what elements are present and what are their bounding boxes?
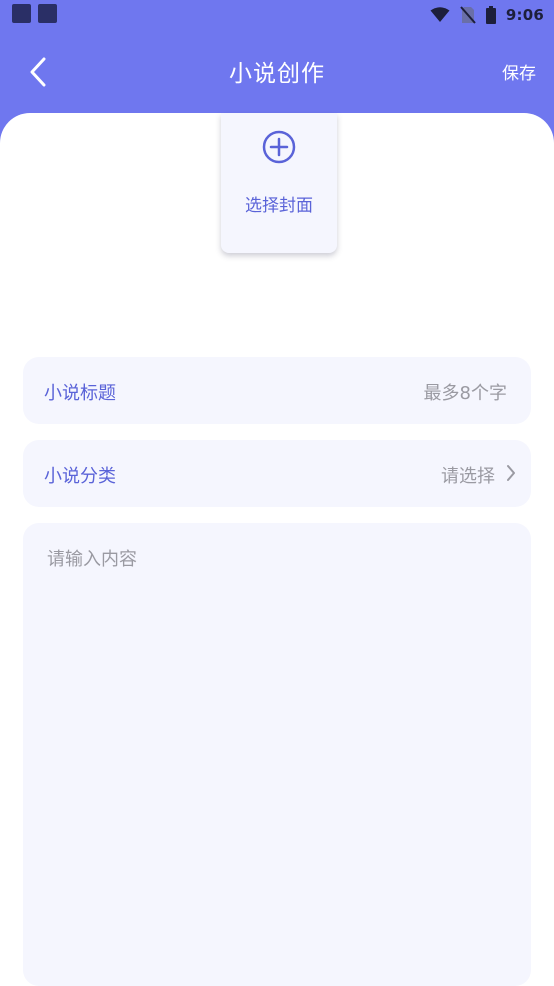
novel-category-field[interactable]: 小说分类 请选择: [23, 440, 531, 507]
novel-title-placeholder: 最多8个字: [423, 383, 507, 404]
status-bar: 9:06: [0, 0, 554, 30]
novel-category-label: 小说分类: [44, 466, 116, 487]
save-button[interactable]: 保存: [502, 59, 536, 84]
app-header: 小说创作 保存: [0, 30, 554, 114]
plus-circle-icon: [262, 130, 296, 164]
notification-icon: [38, 4, 57, 23]
chevron-right-icon: [507, 465, 515, 481]
novel-category-value: 请选择: [441, 466, 495, 487]
form-sheet: 选择封面 小说标题 最多8个字 小说分类 请选择: [0, 113, 554, 986]
content-area: [23, 523, 531, 986]
battery-icon: [485, 6, 496, 24]
cover-picker-button[interactable]: 选择封面: [221, 113, 337, 253]
wifi-icon: [430, 7, 450, 22]
status-time: 9:06: [505, 6, 544, 24]
notification-icon: [12, 4, 31, 23]
screen: 9:06 小说创作 保存 选择封面 小说标题 最多8个字 小说分类 请选择: [0, 0, 554, 986]
content-input[interactable]: [23, 523, 531, 986]
page-title: 小说创作: [229, 61, 325, 87]
novel-title-label: 小说标题: [44, 383, 116, 404]
no-sim-icon: [460, 6, 476, 24]
status-indicators: 9:06: [430, 4, 544, 26]
novel-title-field[interactable]: 小说标题 最多8个字: [23, 357, 531, 424]
cover-picker-label: 选择封面: [245, 196, 313, 216]
